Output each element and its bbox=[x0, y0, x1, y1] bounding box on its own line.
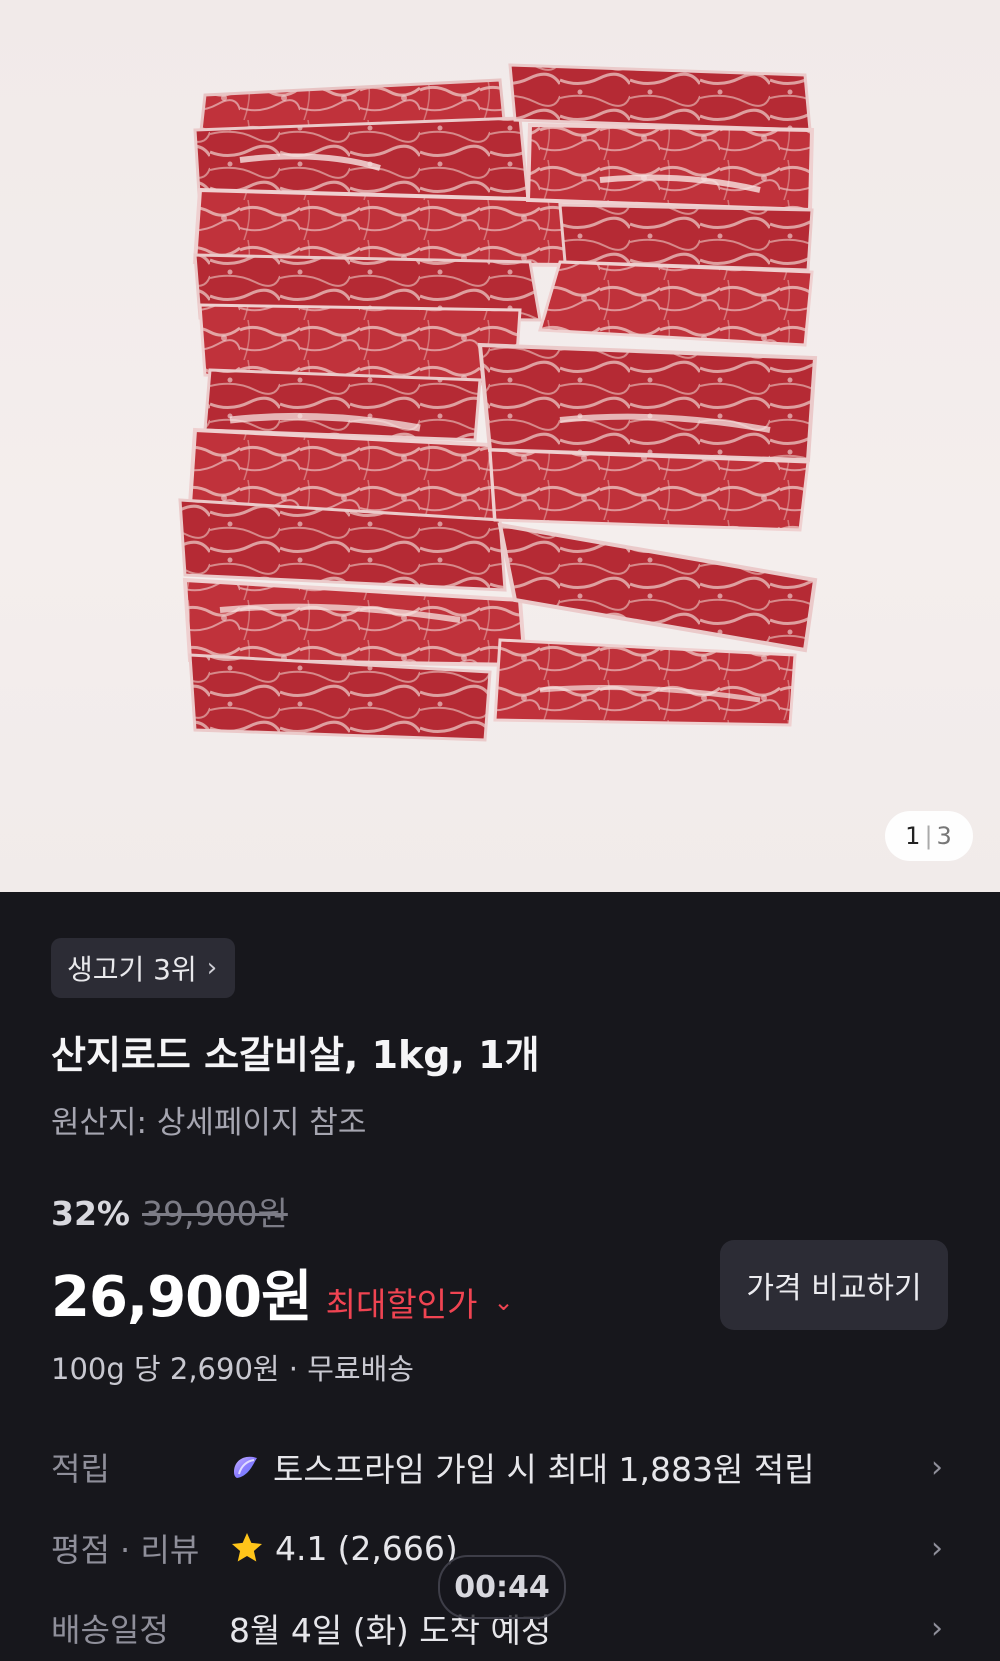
toss-prime-icon bbox=[234, 1456, 257, 1478]
image-page-indicator: 1 | 3 bbox=[885, 811, 973, 861]
points-label: 적립 bbox=[51, 1450, 110, 1488]
points-value: 토스프라임 가입 시 최대 1,883원 적립 bbox=[273, 1450, 815, 1489]
compare-price-button[interactable]: 가격 비교하기 bbox=[720, 1240, 948, 1330]
discount-row: 32% 39,900원 bbox=[51, 1187, 288, 1235]
product-origin: 원산지: 상세페이지 참조 bbox=[51, 1105, 367, 1141]
original-price: 39,900원 bbox=[142, 1194, 288, 1233]
chevron-right-icon: › bbox=[931, 1530, 943, 1566]
max-discount-toggle[interactable]: 최대할인가 ⌄ bbox=[326, 1278, 514, 1326]
discount-percent: 32% bbox=[51, 1194, 130, 1233]
chevron-right-icon: › bbox=[206, 953, 218, 983]
rating-score: 4.1 bbox=[275, 1528, 328, 1568]
image-page-current: 1 bbox=[905, 822, 922, 850]
chevron-right-icon: › bbox=[931, 1610, 943, 1646]
image-page-separator: | bbox=[924, 822, 934, 850]
review-count: (2,666) bbox=[337, 1528, 458, 1568]
unit-price-shipping: 100g 당 2,690원 · 무료배송 bbox=[51, 1352, 414, 1386]
video-timer: 00:44 bbox=[438, 1555, 566, 1619]
category-rank-chip[interactable]: 생고기 3위 › bbox=[51, 938, 236, 998]
product-title: 산지로드 소갈비살, 1kg, 1개 bbox=[51, 1033, 540, 1077]
chevron-right-icon: › bbox=[931, 1449, 943, 1485]
delivery-label: 배송일정 bbox=[51, 1611, 169, 1649]
rating-label: 평점 · 리뷰 bbox=[51, 1531, 200, 1569]
sale-price: 26,900원 bbox=[51, 1265, 313, 1330]
chevron-down-icon: ⌄ bbox=[493, 1288, 514, 1316]
image-page-total: 3 bbox=[936, 822, 953, 850]
points-row[interactable]: 적립 토스프라임 가입 시 최대 1,883원 적립 › bbox=[51, 1437, 951, 1497]
max-discount-label: 최대할인가 bbox=[325, 1285, 478, 1324]
price-row: 26,900원 최대할인가 ⌄ bbox=[51, 1252, 514, 1333]
star-icon bbox=[232, 1533, 262, 1562]
category-rank-label: 생고기 3위 bbox=[67, 953, 197, 986]
product-image[interactable]: 1 | 3 bbox=[0, 0, 1000, 892]
beef-rib-meat-image bbox=[178, 63, 818, 742]
